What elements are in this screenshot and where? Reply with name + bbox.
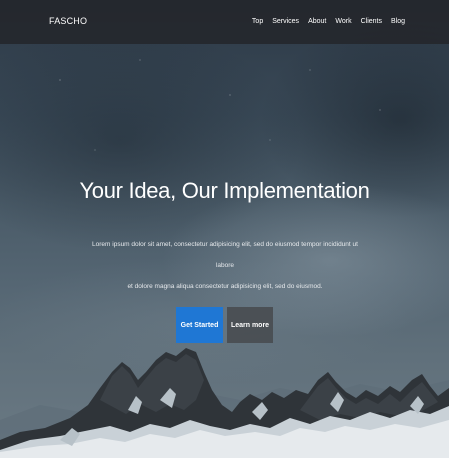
nav-link-about[interactable]: About	[308, 16, 326, 27]
nav-link-clients[interactable]: Clients	[361, 16, 382, 27]
hero-description-line-1: Lorem ipsum dolor sit amet, consectetur …	[92, 241, 358, 269]
nav-links: Top Services About Work Clients Blog	[252, 16, 405, 27]
hero-description-line-2: et dolore magna aliqua consectetur adipi…	[127, 283, 323, 290]
hero-title: Your Idea, Our Implementation	[79, 178, 370, 203]
mountain-range-image	[0, 348, 449, 458]
nav-link-services[interactable]: Services	[272, 16, 299, 27]
nav-link-top[interactable]: Top	[252, 16, 263, 27]
nav-link-work[interactable]: Work	[335, 16, 351, 27]
get-started-button[interactable]: Get Started	[176, 307, 223, 343]
navbar: FASCHO Top Services About Work Clients B…	[0, 0, 449, 44]
hero-description: Lorem ipsum dolor sit amet, consectetur …	[90, 234, 360, 297]
hero-page: FASCHO Top Services About Work Clients B…	[0, 0, 449, 458]
learn-more-button[interactable]: Learn more	[227, 307, 273, 343]
nav-link-blog[interactable]: Blog	[391, 16, 405, 27]
brand-logo[interactable]: FASCHO	[49, 16, 87, 27]
